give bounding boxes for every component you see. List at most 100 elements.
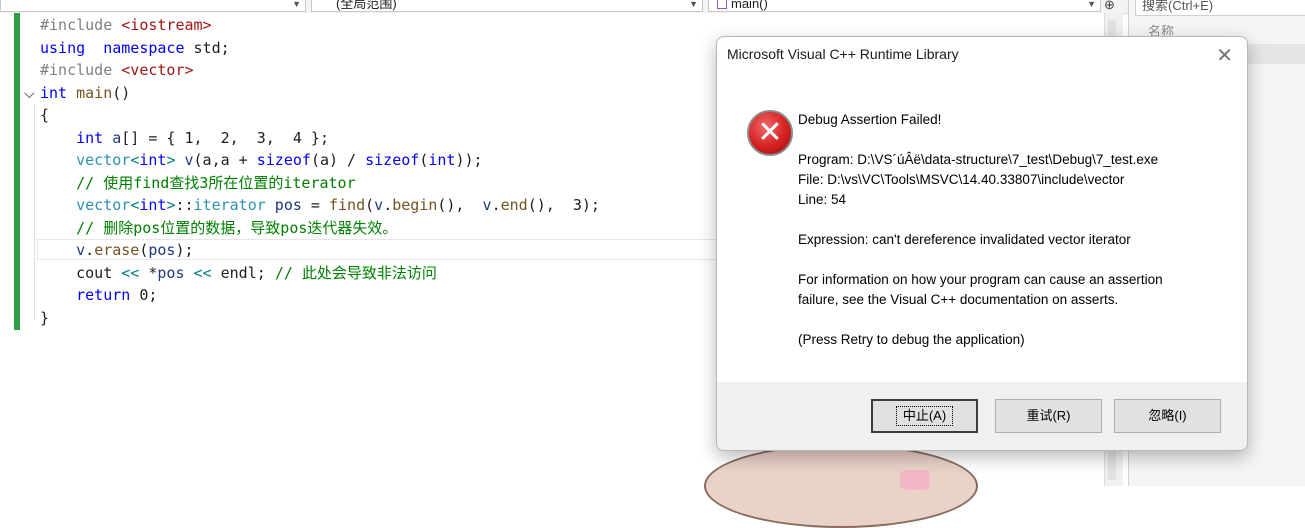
code-token: int [139,151,167,169]
collapse-chevron-icon[interactable]: ⌵ [24,83,35,105]
code-token: [] = { 1, 2, 3, 4 }; [121,128,329,147]
code-token: :: [175,196,194,214]
code-token: )); [455,151,483,169]
code-line[interactable]: { [40,104,49,126]
code-token: namespace [103,38,185,57]
ignore-button[interactable]: 忽略(I) [1114,399,1221,433]
code-line[interactable]: vector<int>::iterator pos = find(v.begin… [40,194,600,216]
code-token: (), [437,196,483,214]
code-token: ); [175,241,194,259]
split-pin-icon[interactable]: ⊕ [1104,0,1115,13]
code-token: v [374,196,384,214]
code-token: cout [40,263,122,282]
code-token: pos [157,263,185,282]
navigation-bar: ▼ (全局范围) ▼ main() ▼ [0,0,1128,14]
code-token: . [491,196,501,214]
dialog-title: Microsoft Visual C++ Runtime Library [727,46,959,62]
code-line[interactable]: vector<int> v(a,a + sizeof(a) / sizeof(i… [40,149,483,171]
code-token: (), 3); [527,196,600,214]
code-token: <iostream> [121,16,212,34]
code-token: sizeof [365,151,420,169]
info-text-1: For information on how your program can … [798,272,1163,287]
chevron-down-icon: ▼ [689,0,698,9]
code-token: 0; [130,286,158,304]
info-text-2: failure, see the Visual C++ documentatio… [798,292,1119,307]
code-line[interactable]: } [40,307,49,329]
code-token: < [130,151,140,169]
code-token: // 此处会导致非法访问 [274,263,437,282]
code-token: (a) / [310,151,366,169]
method-cube-icon [717,0,727,9]
code-token: (a,a + [193,151,257,169]
code-token: v [76,241,86,259]
character-artwork [704,444,978,528]
code-line[interactable]: int main() [40,82,130,104]
code-token: #include [40,16,122,34]
code-token: } [40,308,50,327]
assertion-heading: Debug Assertion Failed! [798,112,942,127]
retry-hint: (Press Retry to debug the application) [798,332,1025,347]
chevron-down-icon: ▼ [1087,0,1096,9]
code-token: < [130,196,140,214]
line-number: Line: 54 [798,192,847,207]
change-tracking-bar [14,13,20,330]
code-line[interactable]: using namespace std; [40,37,230,59]
code-token: // 删除pos位置的数据，导致pos迭代器失效。 [76,218,398,237]
code-token: { [40,106,50,124]
code-token: <vector> [121,61,194,79]
close-icon[interactable]: ✕ [1216,43,1233,68]
code-token: using [40,38,86,57]
error-icon: ✕ [747,110,793,156]
code-token: v [482,196,492,214]
code-token: a [103,128,122,147]
file-path: File: D:\vs\VC\Tools\MSVC\14.40.33807\in… [798,172,1125,187]
abort-button[interactable]: 中止(A) [871,399,978,433]
code-line[interactable]: cout << *pos << endl; // 此处会导致非法访问 [40,262,437,284]
project-dropdown[interactable]: ▼ [0,0,306,12]
code-token: ( [365,196,375,214]
dialog-button-bar: 中止(A) 重试(R) 忽略(I) [717,382,1247,450]
search-input[interactable]: 搜索(Ctrl+E) [1135,0,1305,16]
expression-text: Expression: can't dereference invalidate… [798,232,1131,247]
runtime-error-dialog: Microsoft Visual C++ Runtime Library ✕ ✕… [716,36,1248,451]
code-line[interactable]: int a[] = { 1, 2, 3, 4 }; [40,127,329,149]
code-token: * [139,263,158,282]
code-token: . [85,241,95,259]
code-token: endl; [211,263,275,282]
code-line[interactable]: v.erase(pos); [40,239,194,261]
code-token: erase [94,241,140,259]
code-token: pos [148,241,176,259]
code-token: vector [76,151,131,169]
code-token: int [139,196,167,214]
code-token: #include [40,61,122,79]
code-token: main [67,83,113,102]
code-token: std; [184,38,230,57]
code-token: () [112,83,131,102]
code-line[interactable]: // 删除pos位置的数据，导致pos迭代器失效。 [40,217,397,239]
code-token: pos [265,196,302,214]
code-token: ( [419,151,429,169]
retry-button[interactable]: 重试(R) [995,399,1102,433]
member-dropdown[interactable]: main() ▼ [708,0,1101,12]
code-token: int [40,83,68,102]
member-dropdown-label: main() [731,0,768,11]
scope-dropdown[interactable]: (全局范围) ▼ [311,0,703,12]
character-artwork-detail [900,470,930,490]
code-token: int [76,128,104,147]
code-token: begin [392,196,438,214]
code-line[interactable]: #include <vector> [40,59,194,81]
code-line[interactable]: return 0; [40,284,157,306]
code-token: << [193,263,212,282]
code-line[interactable]: // 使用find查找3所在位置的iterator [40,172,356,194]
code-line[interactable]: #include <iostream> [40,14,212,36]
code-token: << [121,263,140,282]
code-token: vector [76,196,131,214]
code-token: int [428,151,456,169]
